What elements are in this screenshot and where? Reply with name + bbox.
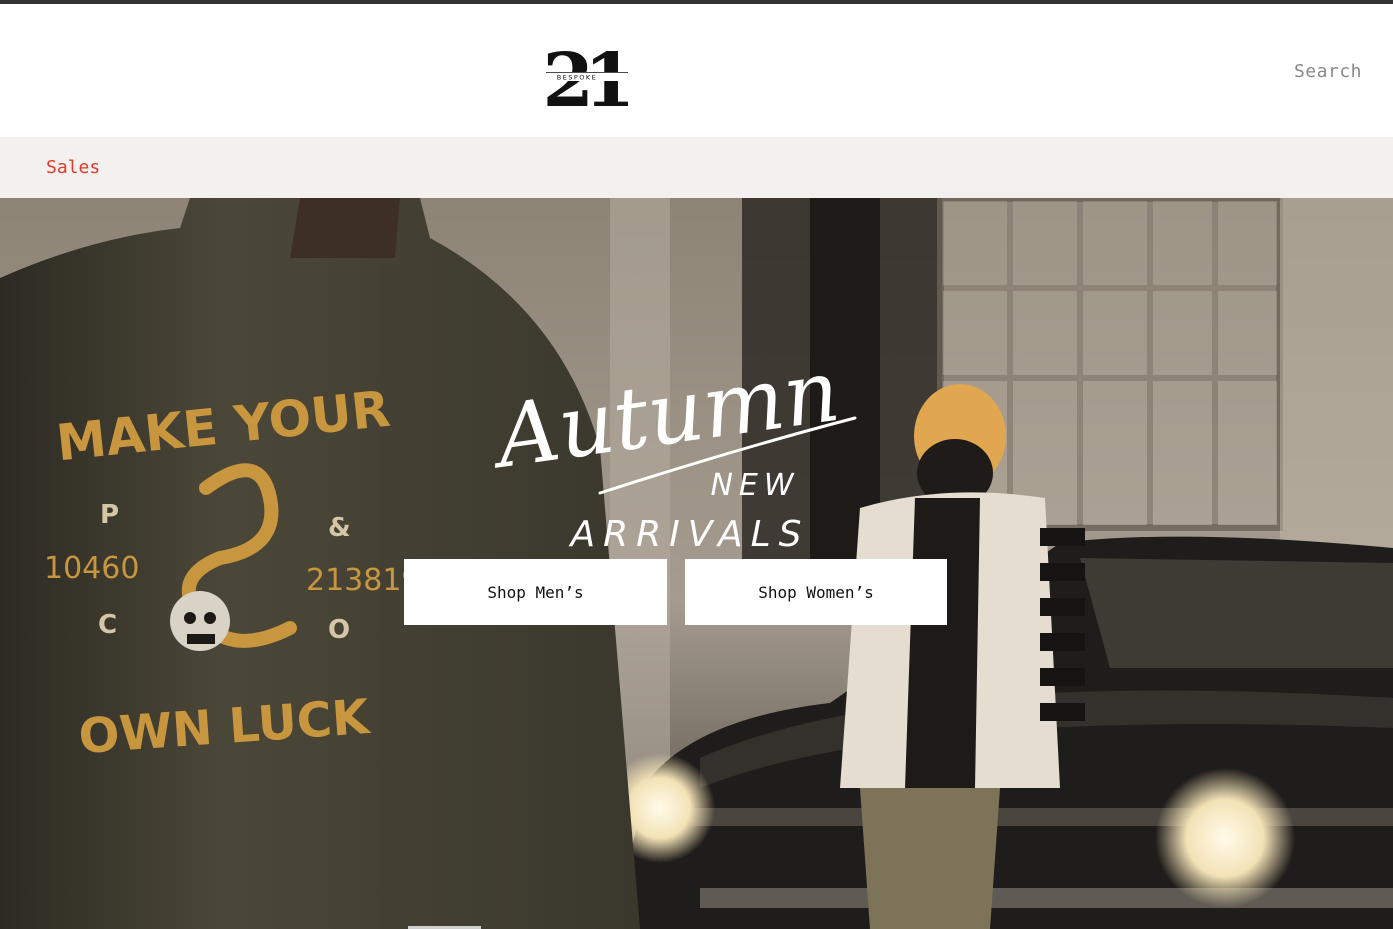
logo-wordmark: BESPOKE — [557, 74, 598, 82]
hero-headline-line-1: NEW — [710, 468, 799, 503]
nav-item-previous[interactable]: s — [0, 157, 1, 178]
brand-logo[interactable]: 21 BESPOKE — [546, 34, 628, 112]
jacket-letter-p: P — [100, 500, 119, 530]
site-header: 21 BESPOKE Search — [0, 4, 1393, 137]
hero-headline-line-2: ARRIVALS — [569, 514, 810, 555]
main-nav: s Sales — [0, 137, 1393, 198]
shop-womens-button[interactable]: Shop Women’s — [685, 559, 947, 625]
jacket-letter-c: C — [98, 610, 117, 640]
jacket-number-left: 10460 — [44, 551, 139, 586]
jacket-letter-and: & — [328, 513, 351, 543]
search-link[interactable]: Search — [1294, 61, 1362, 82]
hero-banner: MAKE YOUR OWN LUCK P C & O 10460 213819 … — [0, 198, 1393, 929]
jacket-letter-o: O — [328, 615, 350, 645]
shop-mens-button[interactable]: Shop Men’s — [404, 559, 667, 625]
nav-item-sales[interactable]: Sales — [46, 157, 100, 178]
